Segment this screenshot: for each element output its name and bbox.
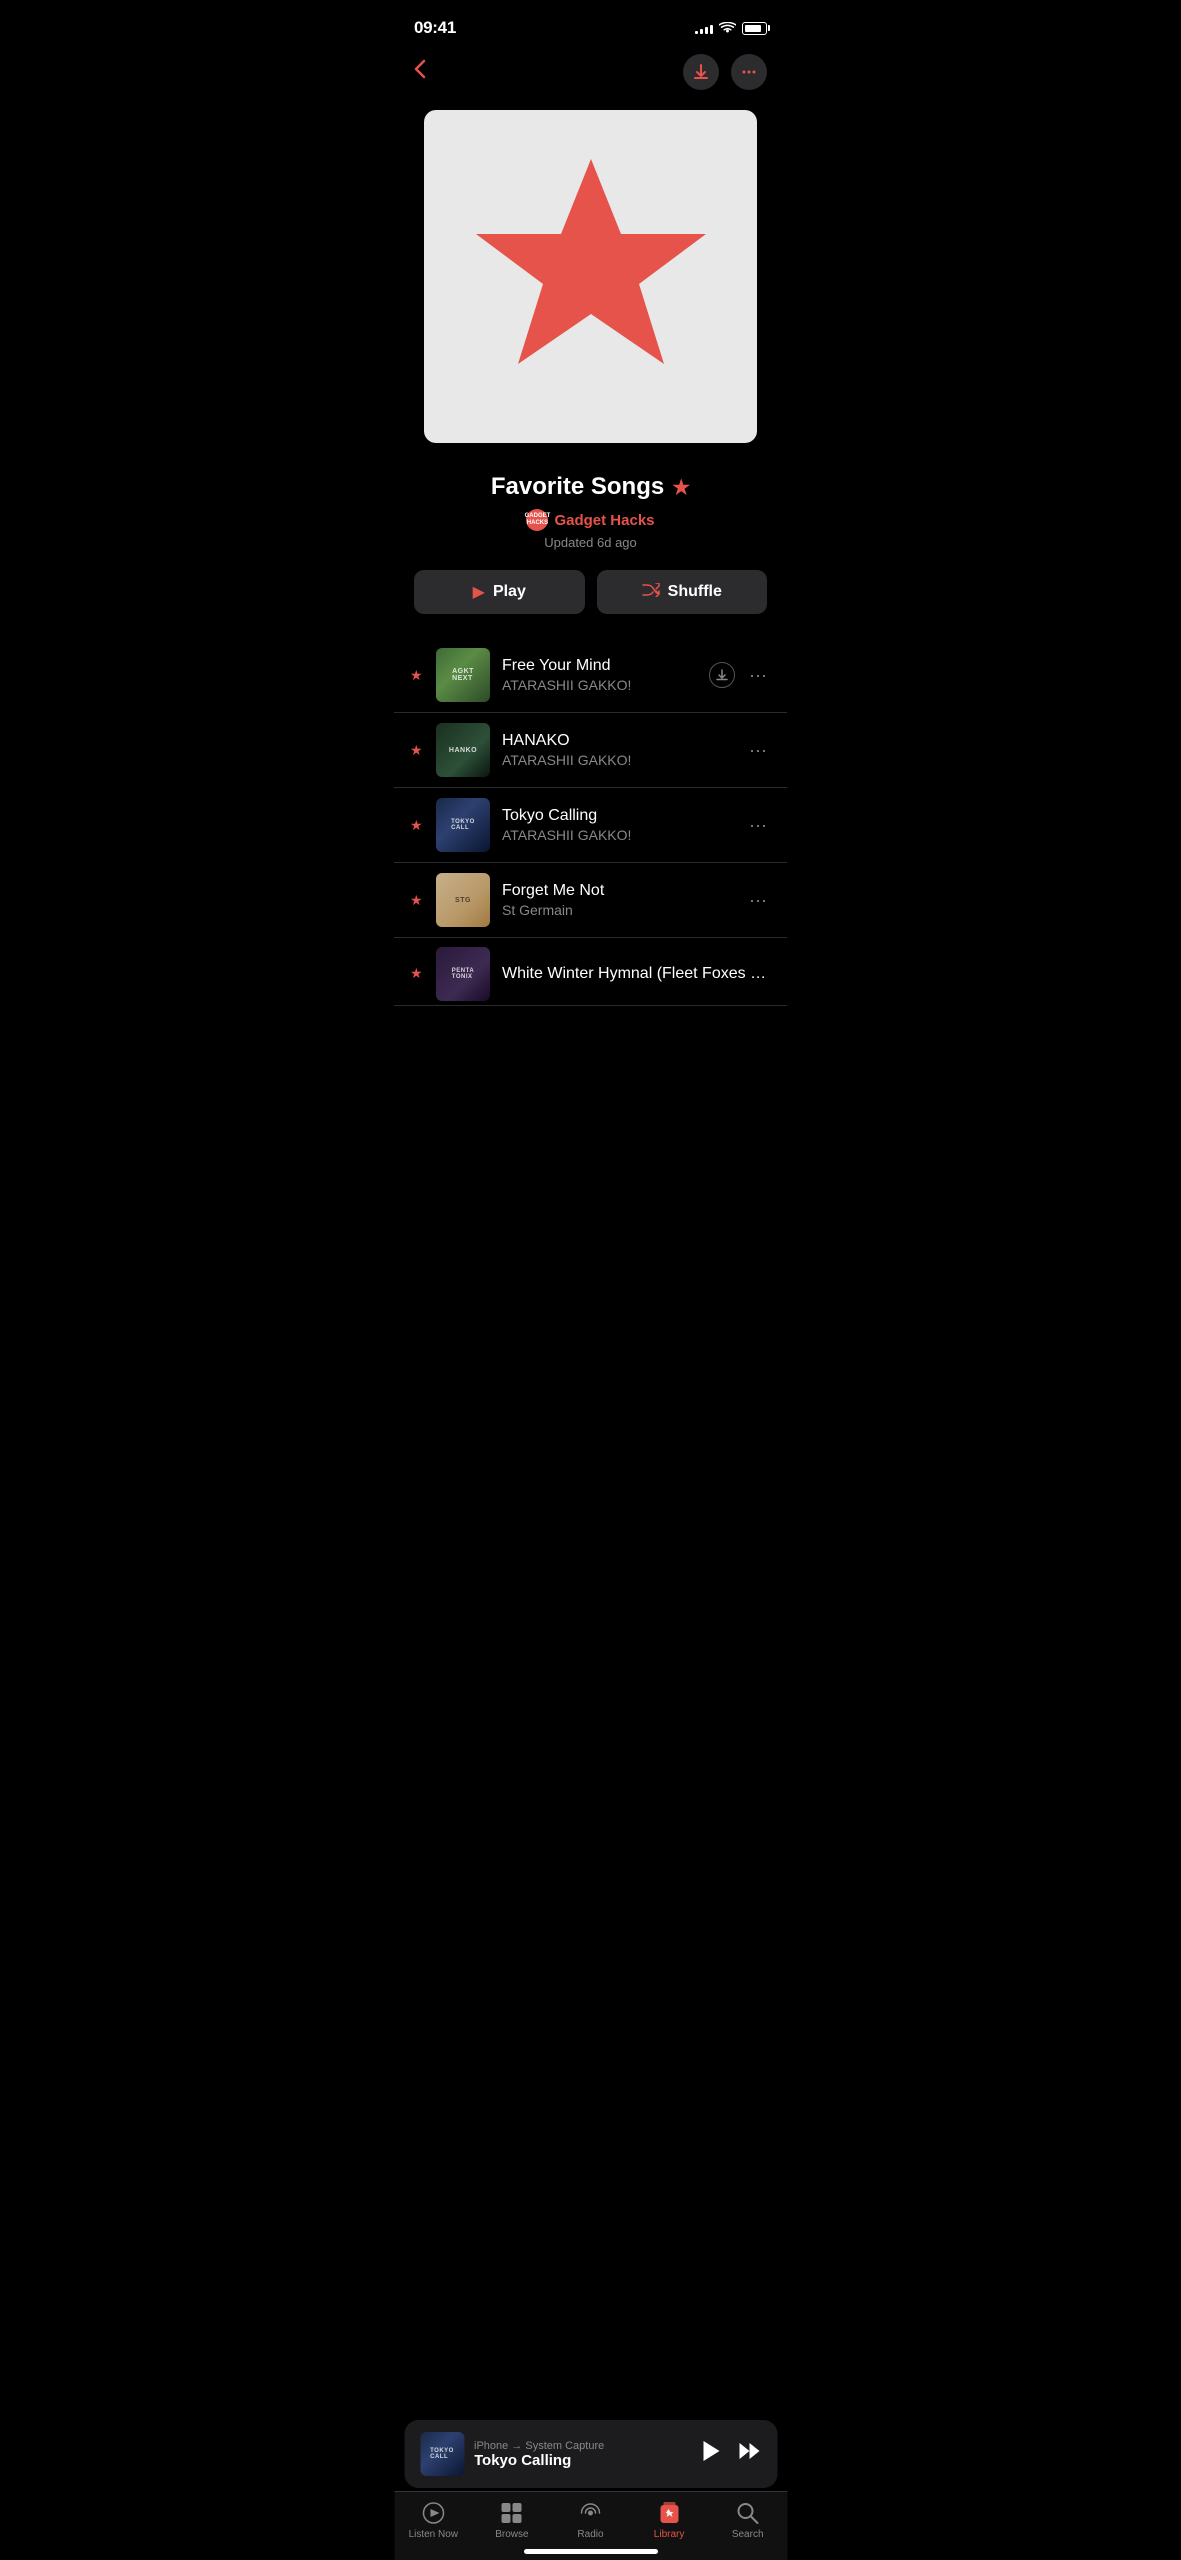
song-artist: ATARASHII GAKKO! xyxy=(502,827,733,843)
tab-library-label: Library xyxy=(654,2529,685,2540)
song-artist: ATARASHII GAKKO! xyxy=(502,752,733,768)
shuffle-label: Shuffle xyxy=(668,583,722,601)
song-title: Free Your Mind xyxy=(502,657,697,675)
song-more-button[interactable]: ··· xyxy=(745,661,771,690)
listen-now-icon xyxy=(420,2500,446,2526)
tab-radio-label: Radio xyxy=(577,2529,603,2540)
song-thumbnail: STG xyxy=(436,873,490,927)
playlist-info: Favorite Songs ★ GADGETHACKS Gadget Hack… xyxy=(394,463,787,570)
tab-browse[interactable]: Browse xyxy=(473,2500,552,2540)
song-more-button[interactable]: ··· xyxy=(745,736,771,765)
author-name: Gadget Hacks xyxy=(554,512,654,529)
song-title: Tokyo Calling xyxy=(502,807,733,825)
song-star-icon: ★ xyxy=(410,892,424,909)
status-icons xyxy=(695,22,767,35)
list-item[interactable]: ★ STG Forget Me Not St Germain ··· xyxy=(394,863,787,938)
search-icon xyxy=(735,2500,761,2526)
action-buttons: ▶ Play Shuffle xyxy=(394,570,787,638)
song-thumbnail: AGKTNEXT xyxy=(436,648,490,702)
song-info: White Winter Hymnal (Fleet Foxes Cover) … xyxy=(502,965,771,983)
mini-player-info: iPhone → System Capture Tokyo Calling xyxy=(474,2440,691,2469)
status-time: 09:41 xyxy=(414,18,456,38)
browse-icon xyxy=(499,2500,525,2526)
song-actions: ··· xyxy=(709,661,771,690)
nav-right-actions xyxy=(683,54,767,90)
song-actions: ··· xyxy=(745,736,771,765)
shuffle-button[interactable]: Shuffle xyxy=(597,570,768,614)
play-icon: ▶ xyxy=(473,582,485,602)
song-list: ★ AGKTNEXT Free Your Mind ATARASHII GAKK… xyxy=(394,638,787,1006)
song-title: Forget Me Not xyxy=(502,882,733,900)
mini-player-title: Tokyo Calling xyxy=(474,2452,691,2469)
song-info: Free Your Mind ATARASHII GAKKO! xyxy=(502,657,697,693)
play-label: Play xyxy=(493,583,526,601)
updated-text: Updated 6d ago xyxy=(414,535,767,550)
song-star-icon: ★ xyxy=(410,817,424,834)
playlist-title: Favorite Songs ★ xyxy=(414,473,767,501)
album-art-container xyxy=(394,100,787,463)
playlist-author[interactable]: GADGETHACKS Gadget Hacks xyxy=(414,509,767,531)
song-thumbnail: PENTATONIX xyxy=(436,947,490,1001)
song-thumbnail: TOKYOCALL xyxy=(436,798,490,852)
mini-player-thumbnail: TOKYOCALL xyxy=(420,2432,464,2476)
radio-icon xyxy=(577,2500,603,2526)
author-avatar: GADGETHACKS xyxy=(526,509,548,531)
mini-play-button[interactable] xyxy=(701,2439,721,2469)
play-button[interactable]: ▶ Play xyxy=(414,570,585,614)
song-actions: ··· xyxy=(745,886,771,915)
song-info: Tokyo Calling ATARASHII GAKKO! xyxy=(502,807,733,843)
library-icon xyxy=(656,2500,682,2526)
mini-player-controls xyxy=(701,2439,761,2469)
tab-browse-label: Browse xyxy=(495,2529,528,2540)
song-title: White Winter Hymnal (Fleet Foxes Cover) xyxy=(502,965,771,983)
star-icon xyxy=(461,139,721,414)
download-song-button[interactable] xyxy=(709,662,735,688)
song-artist: St Germain xyxy=(502,902,733,918)
tab-search[interactable]: Search xyxy=(708,2500,787,2540)
tab-listen-now[interactable]: Listen Now xyxy=(394,2500,473,2540)
more-button[interactable] xyxy=(731,54,767,90)
wifi-icon xyxy=(719,22,736,35)
song-star-icon: ★ xyxy=(410,667,424,684)
song-actions: ··· xyxy=(745,811,771,840)
mini-player[interactable]: TOKYOCALL iPhone → System Capture Tokyo … xyxy=(404,2420,777,2488)
download-button[interactable] xyxy=(683,54,719,90)
list-item[interactable]: ★ HANKO HANAKO ATARASHII GAKKO! ··· xyxy=(394,713,787,788)
song-artist: ATARASHII GAKKO! xyxy=(502,677,697,693)
list-item[interactable]: ★ PENTATONIX White Winter Hymnal (Fleet … xyxy=(394,938,787,1006)
song-more-button[interactable]: ··· xyxy=(745,886,771,915)
list-item[interactable]: ★ AGKTNEXT Free Your Mind ATARASHII GAKK… xyxy=(394,638,787,713)
tab-radio[interactable]: Radio xyxy=(551,2500,630,2540)
mini-player-source: iPhone → System Capture xyxy=(474,2440,691,2452)
song-info: HANAKO ATARASHII GAKKO! xyxy=(502,732,733,768)
nav-bar xyxy=(394,48,787,100)
tab-listen-now-label: Listen Now xyxy=(409,2529,458,2540)
back-button[interactable] xyxy=(414,59,426,85)
song-thumbnail: HANKO xyxy=(436,723,490,777)
song-info: Forget Me Not St Germain xyxy=(502,882,733,918)
song-more-button[interactable]: ··· xyxy=(745,811,771,840)
battery-icon xyxy=(742,22,767,35)
library-icon-container xyxy=(656,2500,682,2526)
home-indicator xyxy=(524,2549,658,2554)
shuffle-icon xyxy=(642,583,660,602)
tab-library[interactable]: Library xyxy=(630,2500,709,2540)
mini-forward-button[interactable] xyxy=(737,2441,761,2467)
list-item[interactable]: ★ TOKYOCALL Tokyo Calling ATARASHII GAKK… xyxy=(394,788,787,863)
album-art xyxy=(424,110,757,443)
tab-search-label: Search xyxy=(732,2529,764,2540)
song-star-icon: ★ xyxy=(410,965,424,982)
song-star-icon: ★ xyxy=(410,742,424,759)
signal-icon xyxy=(695,22,713,34)
status-bar: 09:41 xyxy=(394,0,787,48)
favorite-star-icon: ★ xyxy=(672,475,690,500)
song-title: HANAKO xyxy=(502,732,733,750)
